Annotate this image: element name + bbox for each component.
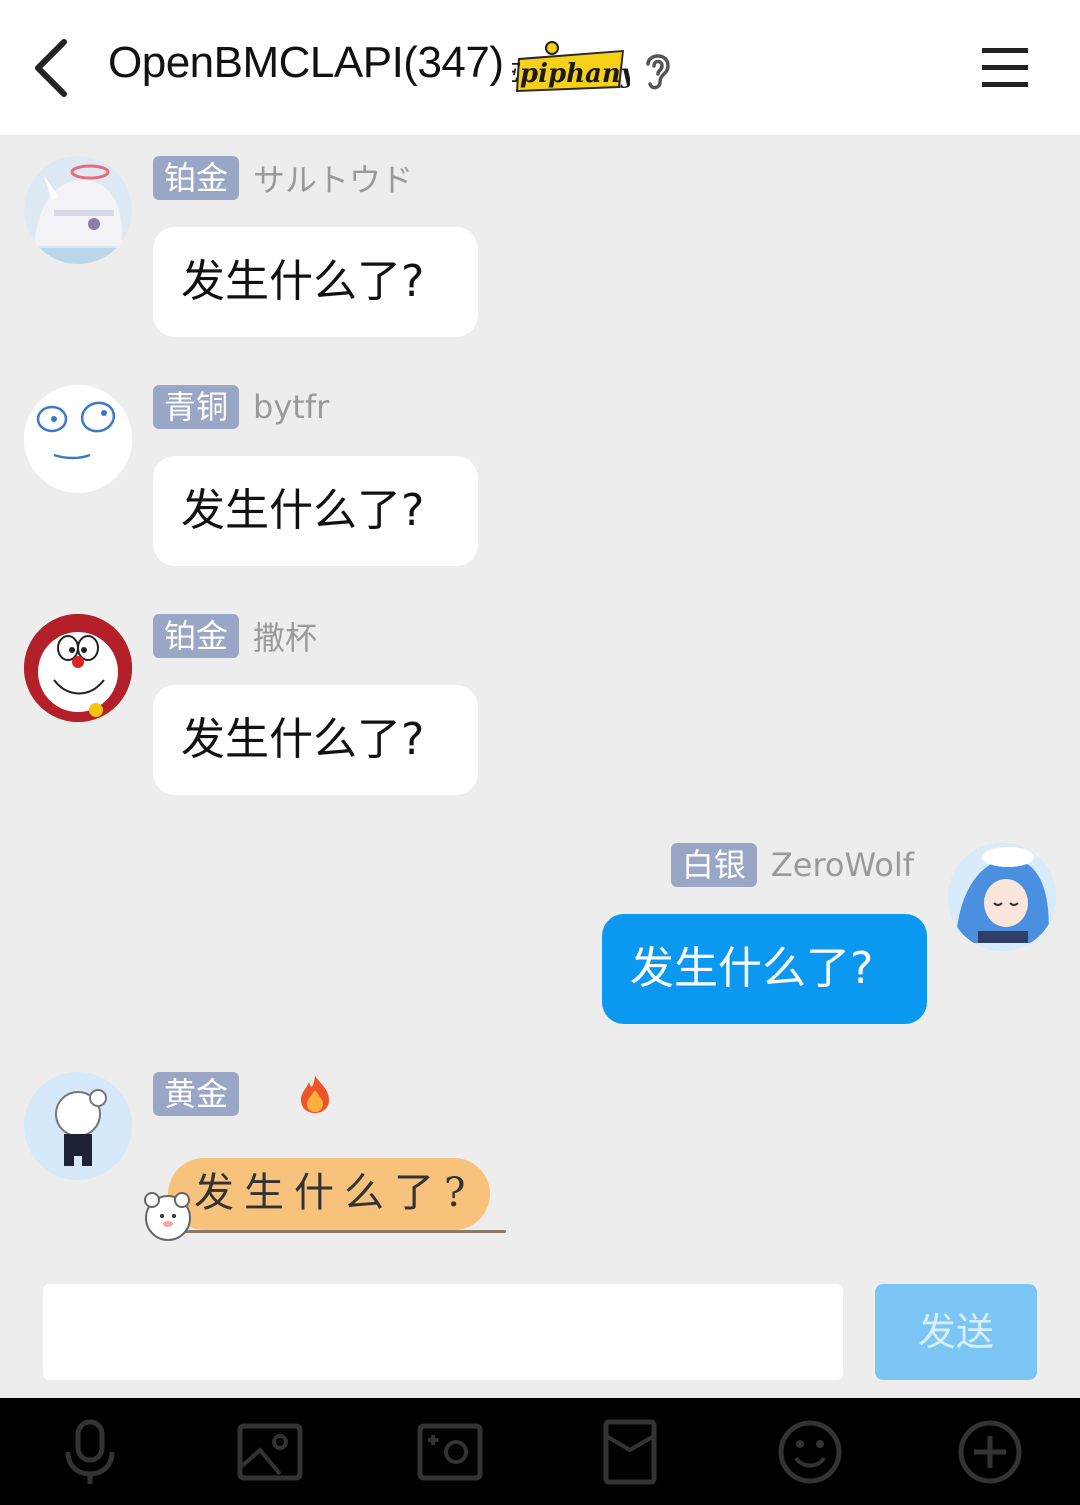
sticker-underline — [178, 1230, 506, 1233]
logo-text: Epiphany — [512, 59, 630, 89]
send-button[interactable]: 发送 — [875, 1284, 1037, 1380]
rank-tag: 白银 — [670, 843, 757, 887]
sender-meta: 青铜 bytfr — [153, 385, 329, 429]
chat-title[interactable]: OpenBMCLAPI(347) — [108, 38, 504, 88]
menu-icon[interactable] — [978, 44, 1032, 92]
rank-tag: 黄金 — [153, 1072, 240, 1116]
plus-icon[interactable] — [956, 1418, 1024, 1486]
sticker-bubble-text: 发生什么了? — [194, 1170, 476, 1216]
bear-sticker-icon — [144, 1192, 191, 1241]
avatar[interactable] — [24, 614, 132, 722]
avatar[interactable] — [24, 385, 132, 493]
sender-meta: 铂金 サルトウド — [153, 156, 413, 200]
rank-tag: 青铜 — [153, 385, 240, 429]
red-packet-icon[interactable] — [596, 1418, 664, 1486]
sender-meta: 铂金 撒杯 — [153, 614, 317, 658]
message-input[interactable] — [43, 1284, 843, 1380]
sender-name[interactable]: サルトウド — [253, 155, 413, 201]
emoji-icon[interactable] — [776, 1418, 844, 1486]
chat-header: OpenBMCLAPI(347) Epiphany — [0, 0, 1080, 135]
sender-meta: 黄金 — [153, 1072, 333, 1116]
avatar[interactable] — [24, 1072, 132, 1180]
rank-tag: 铂金 — [153, 156, 240, 200]
back-arrow-icon[interactable] — [22, 30, 86, 106]
input-toolbar — [0, 1398, 1080, 1505]
sender-meta: 白银 ZeroWolf — [670, 843, 914, 887]
message-bubble[interactable]: 发生什么了? — [153, 685, 478, 795]
message-bubble[interactable]: 发生什么了? — [153, 227, 478, 337]
sender-name[interactable]: 撒杯 — [253, 613, 317, 659]
rank-tag: 铂金 — [153, 614, 240, 658]
epiphany-logo-badge: Epiphany — [512, 41, 630, 92]
microphone-icon[interactable] — [56, 1418, 124, 1486]
message-bubble-mine[interactable]: 发生什么了? — [602, 914, 927, 1024]
fire-icon — [301, 1076, 330, 1113]
sender-name[interactable]: bytfr — [253, 388, 329, 426]
avatar[interactable] — [24, 156, 132, 264]
ear-icon[interactable] — [640, 48, 676, 92]
composer-bar: 发送 — [0, 1268, 1080, 1398]
avatar[interactable] — [948, 843, 1056, 951]
message-bubble[interactable]: 发生什么了? — [153, 456, 478, 566]
camera-icon[interactable] — [416, 1418, 484, 1486]
sender-name[interactable]: ZeroWolf — [771, 846, 914, 884]
image-icon[interactable] — [236, 1418, 304, 1486]
